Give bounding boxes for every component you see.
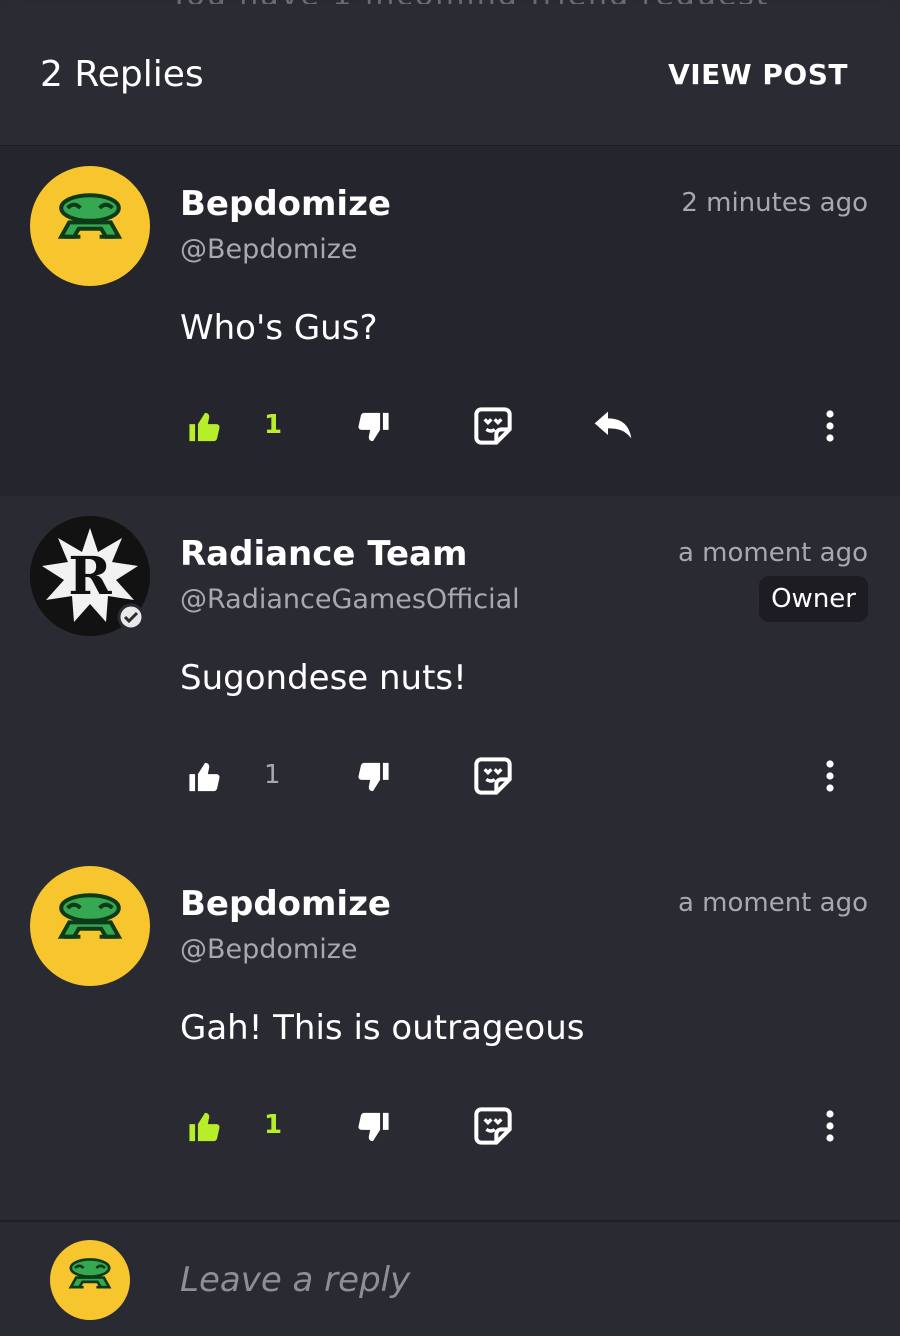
frog-avatar[interactable] bbox=[30, 166, 150, 286]
dislike-icon[interactable] bbox=[354, 758, 392, 796]
frog-avatar[interactable] bbox=[30, 866, 150, 986]
comment-author-handle: @Bepdomize bbox=[180, 934, 358, 965]
owner-badge: Owner bbox=[759, 576, 868, 622]
comment-timestamp: 2 minutes ago bbox=[681, 188, 868, 218]
like-icon[interactable] bbox=[186, 1108, 224, 1146]
svg-text:R: R bbox=[68, 546, 112, 607]
comment-text: Sugondese nuts! bbox=[180, 658, 467, 698]
comment-text: Gah! This is outrageous bbox=[180, 1008, 585, 1048]
comment-timestamp: a moment ago bbox=[677, 888, 868, 918]
sticker-icon[interactable] bbox=[472, 1104, 514, 1148]
like-icon[interactable] bbox=[186, 758, 224, 796]
comment-author-name[interactable]: Bepdomize bbox=[180, 884, 391, 924]
radiance-logo-avatar[interactable]: R bbox=[30, 516, 150, 636]
comment-text: Who's Gus? bbox=[180, 308, 378, 348]
more-options-icon[interactable] bbox=[816, 406, 844, 446]
comment-actions: 1 bbox=[0, 754, 900, 804]
comment-author-handle: @RadianceGamesOfficial bbox=[180, 584, 520, 615]
comment-author-handle: @Bepdomize bbox=[180, 234, 358, 265]
comment-author-name[interactable]: Radiance Team bbox=[180, 534, 467, 574]
replies-sheet: 2 Replies VIEW POST Bepdomize @Bepdomize… bbox=[0, 4, 900, 1336]
reply-arrow-icon[interactable] bbox=[592, 408, 634, 442]
frog-avatar bbox=[50, 1240, 130, 1320]
dislike-icon[interactable] bbox=[354, 408, 392, 446]
more-options-icon[interactable] bbox=[816, 756, 844, 796]
sheet-header: 2 Replies VIEW POST bbox=[0, 4, 900, 146]
reply-count-title: 2 Replies bbox=[40, 54, 204, 95]
reply-input[interactable]: Leave a reply bbox=[180, 1260, 410, 1300]
comment-actions: 1 bbox=[0, 1104, 900, 1154]
view-post-button[interactable]: VIEW POST bbox=[668, 58, 848, 91]
comment-item: Bepdomize @Bepdomize a moment ago Gah! T… bbox=[0, 846, 900, 1221]
comment-actions: 1 bbox=[0, 404, 900, 454]
like-icon[interactable] bbox=[186, 408, 224, 446]
sticker-icon[interactable] bbox=[472, 404, 514, 448]
more-options-icon[interactable] bbox=[816, 1106, 844, 1146]
dislike-icon[interactable] bbox=[354, 1108, 392, 1146]
like-count: 1 bbox=[264, 1110, 283, 1140]
like-count: 1 bbox=[264, 410, 283, 440]
comment-timestamp: a moment ago bbox=[677, 538, 868, 568]
comment-author-name[interactable]: Bepdomize bbox=[180, 184, 391, 224]
reply-composer: Leave a reply bbox=[0, 1220, 900, 1336]
comment-item: R Radiance Team @RadianceGamesOfficial a… bbox=[0, 496, 900, 846]
comment-item: Bepdomize @Bepdomize 2 minutes ago Who's… bbox=[0, 146, 900, 496]
like-count: 1 bbox=[264, 760, 281, 790]
sticker-icon[interactable] bbox=[472, 754, 514, 798]
